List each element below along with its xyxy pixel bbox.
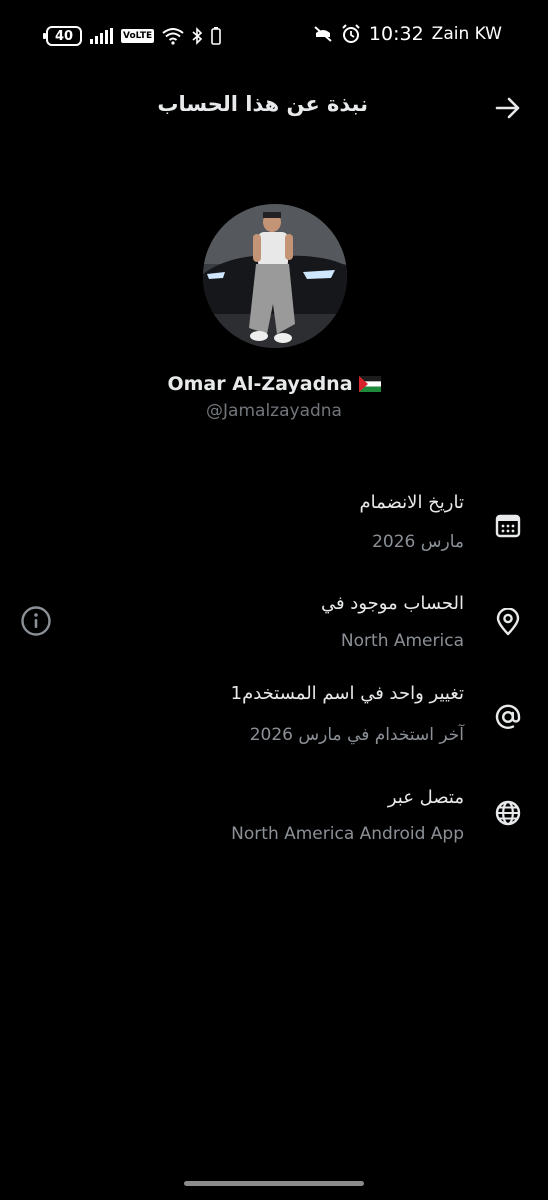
detail-value: آخر استخدام في مارس 2026 [249, 725, 464, 745]
wifi-icon [162, 28, 184, 45]
top-header: نبذة عن هذا الحساب [0, 80, 548, 136]
display-name-text: Omar Al-Zayadna [167, 373, 353, 395]
battery-level: 40 [54, 28, 74, 44]
carrier-name: Zain KW [431, 24, 502, 44]
username-handle: @Jamalzayadna [206, 401, 342, 421]
bluetooth-icon [192, 27, 203, 45]
detail-label: تغيير واحد في اسم المستخدم1 [230, 683, 464, 704]
clock: 10:32 [368, 23, 424, 45]
palestine-flag-icon [358, 376, 381, 392]
at-sign-icon [495, 704, 521, 729]
detail-row-username-changes: تغيير واحد في اسم المستخدم1 آخر استخدام … [0, 678, 548, 758]
detail-value: North America [340, 631, 464, 651]
home-indicator[interactable] [184, 1181, 364, 1186]
detail-row-joined: تاريخ الانضمام مارس 2026 [0, 488, 548, 568]
status-left: 40 VoLTE [43, 24, 222, 48]
detail-label: الحساب موجود في [320, 593, 464, 614]
avatar-photo [203, 204, 347, 348]
detail-row-connected-via: متصل عبر North America Android App [0, 778, 548, 858]
detail-row-location: الحساب موجود في North America [0, 588, 548, 668]
display-name: Omar Al-Zayadna [0, 373, 548, 395]
page-title: نبذة عن هذا الحساب [157, 92, 368, 116]
status-bar: 40 VoLTE 10:32 Zain KW [0, 0, 548, 72]
location-pin-icon [496, 608, 520, 636]
alarm-icon [342, 24, 360, 43]
detail-label: متصل عبر [387, 787, 464, 808]
status-right: 10:32 Zain KW [313, 23, 502, 45]
calendar-icon [495, 514, 521, 538]
signal-icon [90, 28, 113, 44]
volte-badge: VoLTE [121, 29, 155, 43]
arrow-right-icon[interactable] [494, 94, 522, 122]
globe-icon [495, 800, 521, 826]
detail-label: تاريخ الانضمام [359, 492, 464, 513]
avatar[interactable] [203, 204, 347, 348]
battery-icon: 40 [43, 26, 82, 46]
vibrate-battery-icon [211, 27, 222, 45]
detail-value: مارس 2026 [372, 532, 464, 552]
detail-value: North America Android App [231, 824, 464, 844]
silent-icon [314, 26, 332, 42]
